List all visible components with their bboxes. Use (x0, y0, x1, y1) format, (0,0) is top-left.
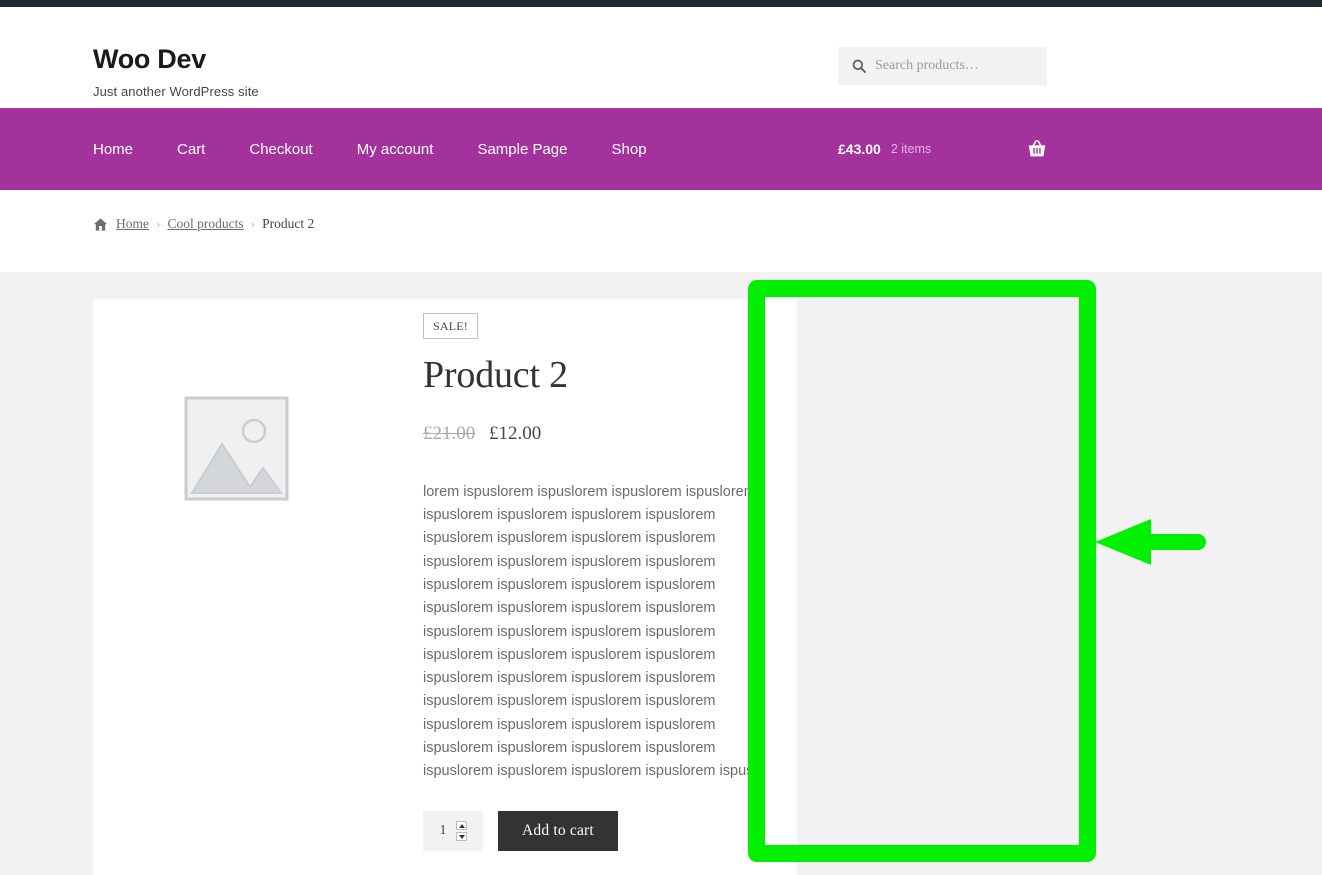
breadcrumb-link-cool-products[interactable]: Cool products (168, 216, 244, 232)
shopping-basket-icon (1026, 138, 1048, 160)
search-icon (852, 59, 866, 73)
quantity-value[interactable]: 1 (440, 823, 447, 839)
nav-item-my-account[interactable]: My account (357, 141, 434, 158)
product-title: Product 2 (423, 354, 568, 396)
search-input[interactable] (875, 58, 1035, 74)
sale-badge: SALE! (423, 313, 478, 339)
price-row: £21.00 £12.00 (423, 423, 777, 445)
cart-summary[interactable]: £43.00 2 items (838, 108, 931, 190)
nav-item-cart[interactable]: Cart (177, 141, 205, 158)
price-original: £21.00 (423, 422, 476, 444)
breadcrumb-bar: Home › Cool products › Product 2 (0, 190, 1322, 272)
add-to-cart-form: 1 Add to cart (423, 810, 777, 851)
site-title[interactable]: Woo Dev (93, 44, 259, 75)
site-tagline: Just another WordPress site (93, 83, 259, 99)
add-to-cart-button[interactable]: Add to cart (498, 810, 618, 851)
price-sale: £12.00 (489, 422, 542, 444)
site-branding: Woo Dev Just another WordPress site (93, 44, 259, 99)
nav-item-home[interactable]: Home (93, 141, 133, 158)
primary-navigation: Home Cart Checkout My account Sample Pag… (0, 108, 1322, 190)
nav-item-shop[interactable]: Shop (612, 141, 647, 158)
breadcrumb-link-home[interactable]: Home (116, 216, 149, 232)
quantity-decrement-icon[interactable] (455, 831, 467, 841)
quantity-stepper[interactable]: 1 (423, 810, 483, 851)
wp-admin-bar (0, 0, 1322, 7)
product-search-box[interactable] (838, 47, 1047, 85)
content-area: SALE! Product 2 £21.00 £12.00 lorem ispu… (0, 272, 1322, 875)
nav-list: Home Cart Checkout My account Sample Pag… (93, 108, 647, 190)
breadcrumb: Home › Cool products › Product 2 (93, 216, 314, 232)
quantity-spinner[interactable] (455, 820, 467, 841)
nav-item-sample-page[interactable]: Sample Page (477, 141, 567, 158)
breadcrumb-current-product: Product 2 (262, 216, 315, 231)
nav-item-checkout[interactable]: Checkout (249, 141, 312, 158)
product-description: lorem ispuslorem ispuslorem ispuslorem i… (423, 483, 756, 780)
product-summary: SALE! Product 2 £21.00 £12.00 lorem ispu… (383, 299, 797, 875)
annotation-arrow-icon (1095, 517, 1215, 567)
breadcrumb-separator: › (156, 216, 161, 231)
quantity-increment-icon[interactable] (455, 820, 467, 830)
annotation-highlight-box (748, 280, 1096, 862)
cart-item-count: 2 items (890, 142, 932, 156)
breadcrumb-separator: › (250, 216, 256, 231)
cart-icon-button[interactable] (1026, 108, 1048, 190)
cart-total-amount: £43.00 (838, 141, 881, 157)
site-header: Woo Dev Just another WordPress site (0, 7, 1322, 108)
product-panel: SALE! Product 2 £21.00 £12.00 lorem ispu… (93, 299, 797, 875)
product-gallery[interactable] (93, 299, 383, 875)
image-placeholder-icon (184, 396, 289, 501)
home-icon[interactable] (93, 217, 116, 232)
